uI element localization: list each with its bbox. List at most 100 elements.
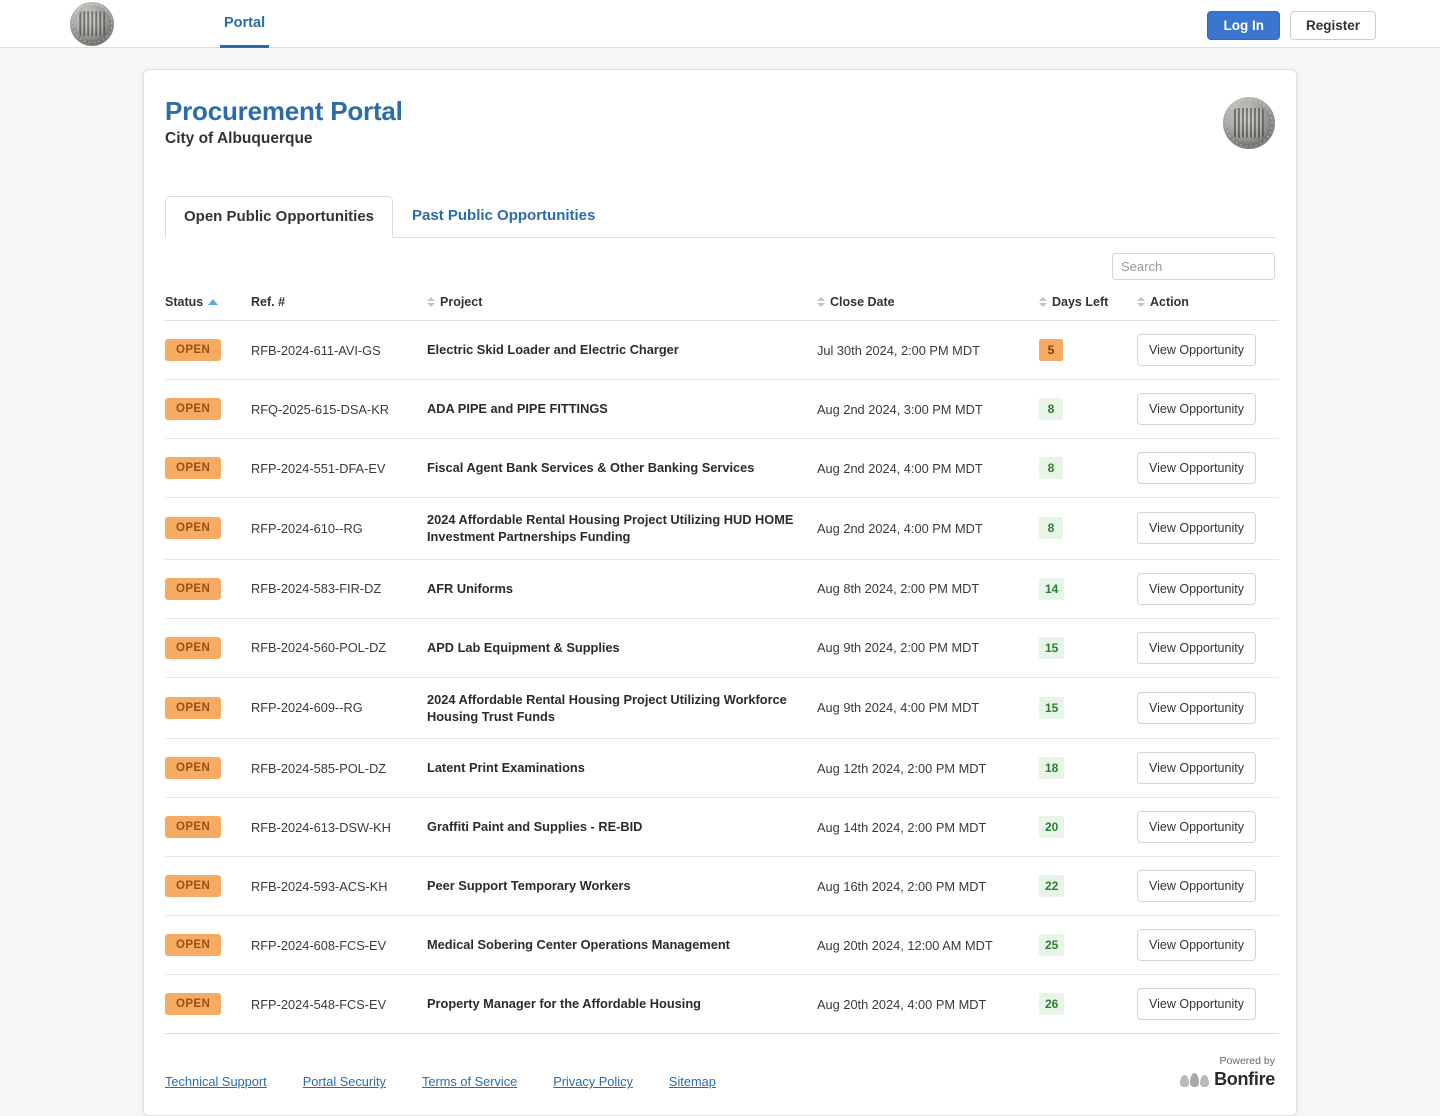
cell-days-left: 25 xyxy=(1039,915,1137,976)
search-input[interactable] xyxy=(1112,253,1275,280)
view-opportunity-button[interactable]: View Opportunity xyxy=(1137,811,1256,844)
status-badge: OPEN xyxy=(165,398,222,420)
nav-tab-portal[interactable]: Portal xyxy=(220,1,270,48)
sort-toggle-icon[interactable] xyxy=(1137,297,1145,307)
footer-link[interactable]: Sitemap xyxy=(669,1074,716,1089)
cell-ref: RFP-2024-548-FCS-EV xyxy=(251,974,427,1035)
view-opportunity-button[interactable]: View Opportunity xyxy=(1137,870,1256,903)
cell-action: View Opportunity xyxy=(1137,379,1279,439)
project-title: Medical Sobering Center Operations Manag… xyxy=(427,937,730,953)
cell-ref: RFP-2024-609--RG xyxy=(251,677,427,740)
view-opportunity-button[interactable]: View Opportunity xyxy=(1137,572,1256,605)
table-row: OPEN RFB-2024-613-DSW-KH Graffiti Paint an… xyxy=(165,797,1279,858)
page-title: Procurement Portal xyxy=(165,96,403,126)
auth-buttons: Log In Register xyxy=(1207,11,1376,40)
cell-project: AFR Uniforms xyxy=(427,559,817,619)
view-opportunity-button[interactable]: View Opportunity xyxy=(1137,452,1256,484)
cell-close-date: Aug 12th 2024, 2:00 PM MDT xyxy=(817,738,1039,799)
footer-link[interactable]: Privacy Policy xyxy=(553,1074,633,1089)
cell-action: View Opportunity xyxy=(1137,856,1279,917)
view-opportunity-button[interactable]: View Opportunity xyxy=(1137,631,1256,664)
sort-toggle-icon[interactable] xyxy=(1039,297,1047,307)
register-button[interactable]: Register xyxy=(1289,11,1376,40)
close-date: Aug 9th 2024, 2:00 PM MDT xyxy=(817,640,980,656)
view-opportunity-button[interactable]: View Opportunity xyxy=(1137,393,1256,425)
cell-close-date: Aug 9th 2024, 2:00 PM MDT xyxy=(817,618,1039,678)
column-header-ref[interactable]: Ref. # xyxy=(251,289,427,321)
footer-links: Technical Support Portal Security Terms of… xyxy=(165,1074,716,1089)
cell-ref: RFB-2024-611-AVI-GS xyxy=(251,320,427,380)
cell-days-left: 8 xyxy=(1039,438,1137,498)
column-header-action-label: Action xyxy=(1150,295,1189,309)
status-badge: OPEN xyxy=(165,577,222,600)
close-date: Jul 30th 2024, 2:00 PM MDT xyxy=(817,342,980,358)
tab-past-public-opportunities[interactable]: Past Public Opportunities xyxy=(393,195,614,237)
cell-close-date: Aug 2nd 2024, 4:00 PM MDT xyxy=(817,497,1039,560)
view-opportunity-button[interactable]: View Opportunity xyxy=(1137,988,1256,1021)
column-header-status[interactable]: Status xyxy=(165,289,251,321)
days-left-badge: 5 xyxy=(1039,339,1063,361)
status-badge: OPEN xyxy=(165,517,222,540)
days-left-badge: 20 xyxy=(1039,816,1065,839)
close-date: Aug 12th 2024, 2:00 PM MDT xyxy=(817,760,987,776)
status-badge: OPEN xyxy=(165,457,222,479)
cell-close-date: Aug 9th 2024, 4:00 PM MDT xyxy=(817,677,1039,740)
project-title: AFR Uniforms xyxy=(427,580,514,596)
column-header-project[interactable]: Project xyxy=(427,289,817,321)
log-in-button[interactable]: Log In xyxy=(1207,11,1280,40)
footer-link[interactable]: Technical Support xyxy=(165,1074,267,1089)
days-left-badge: 25 xyxy=(1039,934,1065,957)
ref-number: RFP-2024-609--RG xyxy=(251,700,363,716)
cell-action: View Opportunity xyxy=(1137,497,1279,560)
view-opportunity-button[interactable]: View Opportunity xyxy=(1137,752,1256,785)
portal-header-text: Procurement Portal City of Albuquerque xyxy=(165,96,403,148)
tab-open-public-opportunities[interactable]: Open Public Opportunities xyxy=(165,196,394,238)
cell-status: OPEN xyxy=(165,974,251,1035)
table-row: OPEN RFP-2024-608-FCS-EV Medical Sobering … xyxy=(165,915,1279,976)
status-badge: OPEN xyxy=(165,757,222,780)
page-subtitle: City of Albuquerque xyxy=(165,129,313,147)
column-header-close-date[interactable]: Close Date xyxy=(817,289,1039,321)
view-opportunity-button[interactable]: View Opportunity xyxy=(1137,512,1256,545)
cell-ref: RFP-2024-610--RG xyxy=(251,497,427,560)
cell-action: View Opportunity xyxy=(1137,618,1279,678)
opportunity-tabs: Open Public Opportunities Past Public Op… xyxy=(165,195,1275,238)
footer-link[interactable]: Terms of Service xyxy=(422,1074,517,1089)
search-row xyxy=(165,238,1275,289)
sort-ascending-icon[interactable] xyxy=(208,299,219,305)
top-navigation-bar: Portal Log In Register xyxy=(0,0,1440,48)
project-title: Property Manager for the Affordable Hous… xyxy=(427,996,701,1012)
days-left-badge: 26 xyxy=(1039,993,1065,1016)
cell-close-date: Aug 14th 2024, 2:00 PM MDT xyxy=(817,797,1039,858)
view-opportunity-button[interactable]: View Opportunity xyxy=(1137,334,1256,366)
cell-action: View Opportunity xyxy=(1137,974,1279,1035)
view-opportunity-button[interactable]: View Opportunity xyxy=(1137,929,1256,962)
cell-status: OPEN xyxy=(165,559,251,619)
cell-action: View Opportunity xyxy=(1137,677,1279,740)
cell-project: 2024 Affordable Rental Housing Project U… xyxy=(427,497,817,560)
cell-project: Fiscal Agent Bank Services & Other Banki… xyxy=(427,438,817,498)
ref-number: RFB-2024-611-AVI-GS xyxy=(251,342,381,358)
ref-number: RFB-2024-583-FIR-DZ xyxy=(251,581,382,597)
cell-close-date: Jul 30th 2024, 2:00 PM MDT xyxy=(817,320,1039,380)
column-header-days-left[interactable]: Days Left xyxy=(1039,289,1137,321)
close-date: Aug 20th 2024, 4:00 PM MDT xyxy=(817,996,987,1012)
close-date: Aug 2nd 2024, 4:00 PM MDT xyxy=(817,460,983,476)
project-title: Peer Support Temporary Workers xyxy=(427,878,631,894)
project-title: Graffiti Paint and Supplies - RE-BID xyxy=(427,819,643,835)
portal-card: Procurement Portal City of Albuquerque O… xyxy=(143,69,1297,1116)
cell-project: Peer Support Temporary Workers xyxy=(427,856,817,917)
project-title: Latent Print Examinations xyxy=(427,760,585,776)
sort-toggle-icon[interactable] xyxy=(427,297,435,307)
cell-status: OPEN xyxy=(165,915,251,976)
project-title: 2024 Affordable Rental Housing Project U… xyxy=(427,512,794,545)
cell-close-date: Aug 20th 2024, 12:00 AM MDT xyxy=(817,915,1039,976)
table-row: OPEN RFB-2024-593-ACS-KH Peer Support Temp… xyxy=(165,856,1279,917)
ref-number: RFQ-2025-615-DSA-KR xyxy=(251,401,389,417)
view-opportunity-button[interactable]: View Opportunity xyxy=(1137,691,1256,724)
sort-toggle-icon[interactable] xyxy=(817,297,825,307)
footer-link[interactable]: Portal Security xyxy=(303,1074,386,1089)
city-seal-icon xyxy=(1223,97,1275,149)
project-title: APD Lab Equipment & Supplies xyxy=(427,639,620,655)
nav-tab-portal-label: Portal xyxy=(224,15,266,31)
